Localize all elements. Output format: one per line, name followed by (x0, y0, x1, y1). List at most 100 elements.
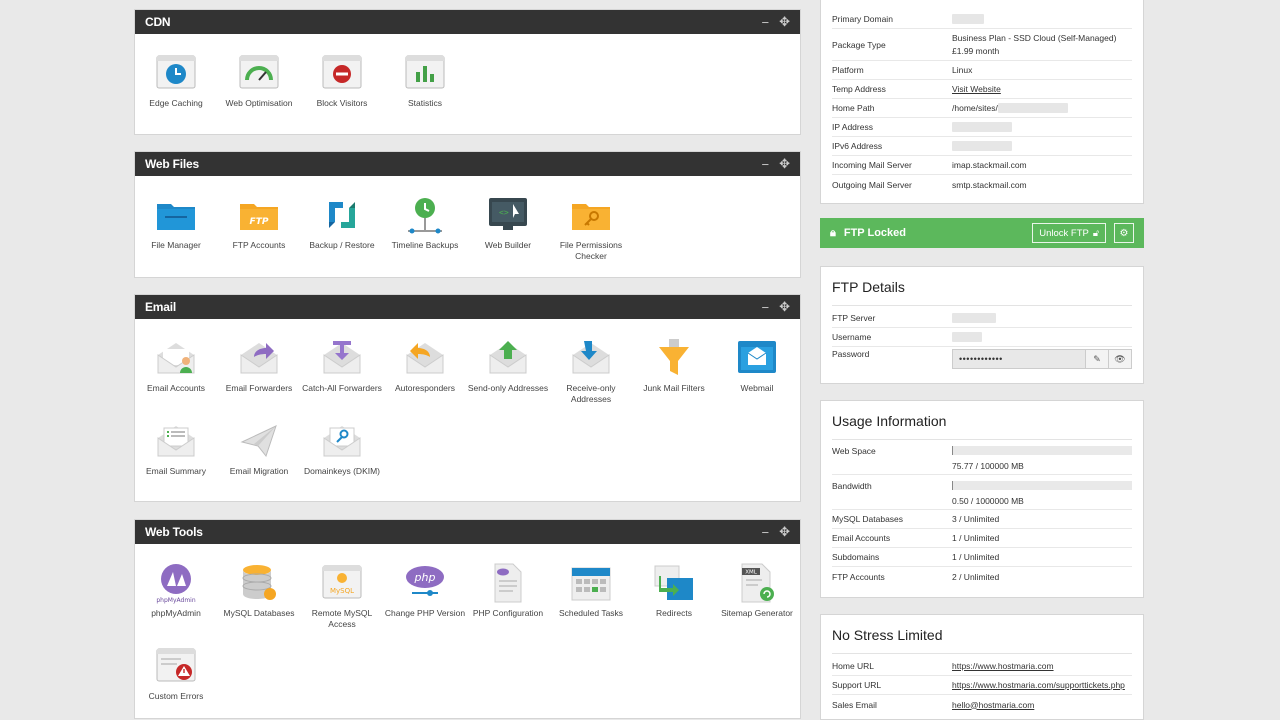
tile-email-migration[interactable]: Email Migration (218, 420, 300, 477)
tile-block-visitors[interactable]: Block Visitors (301, 52, 383, 109)
tile-change-php[interactable]: php Change PHP Version (384, 562, 466, 619)
ftp-settings-button[interactable]: ⚙ (1114, 223, 1134, 243)
tile-ftp-accounts[interactable]: FTP FTP Accounts (218, 194, 300, 251)
redirect-icon (654, 565, 693, 600)
tile-edge-caching[interactable]: Edge Caching (135, 52, 217, 109)
edit-password-button[interactable]: ✎ (1085, 350, 1108, 368)
tile-junk-mail-filters[interactable]: Junk Mail Filters (633, 337, 715, 394)
eye-icon: 👁︎ (1114, 353, 1126, 364)
tile-file-manager[interactable]: File Manager (135, 194, 217, 251)
tile-custom-errors[interactable]: Custom Errors (135, 645, 217, 702)
tile-label: File Permissions Checker (559, 240, 623, 261)
tile-email-accounts[interactable]: Email Accounts (135, 337, 217, 394)
info-label: Password (832, 349, 870, 359)
tile-email-summary[interactable]: Email Summary (135, 420, 217, 477)
usage-value: 0.50 / 1000000 MB (952, 496, 1024, 506)
panel-title: CDN (145, 15, 171, 29)
web-space-bar (952, 446, 1132, 455)
card-title: No Stress Limited (832, 615, 1132, 654)
move-icon[interactable]: ✥ (779, 524, 790, 540)
tile-label: Email Forwarders (225, 383, 293, 393)
remote-mysql-icon: MySQL (322, 565, 362, 599)
ftp-folder-icon: FTP (240, 204, 278, 230)
info-label: Email Accounts (832, 533, 891, 543)
info-value: 1 / Unlimited (952, 533, 1000, 543)
web-files-panel: Web Files − ✥ File Manager FTP FTP Accou… (134, 151, 801, 278)
minimize-icon[interactable]: − (762, 15, 770, 30)
info-row: FTP Server (832, 309, 1132, 328)
move-icon[interactable]: ✥ (779, 156, 790, 172)
minimize-icon[interactable]: − (762, 157, 770, 172)
tile-php-configuration[interactable]: PHP Configuration (467, 562, 549, 619)
tile-send-only[interactable]: Send-only Addresses (467, 337, 549, 394)
tile-label: File Manager (151, 240, 201, 250)
tile-web-builder[interactable]: <> Web Builder (467, 194, 549, 251)
show-password-button[interactable]: 👁︎ (1108, 350, 1131, 368)
move-icon[interactable]: ✥ (779, 14, 790, 30)
tile-label: Statistics (407, 98, 442, 108)
tile-redirects[interactable]: Redirects (633, 562, 715, 619)
support-url-link[interactable]: https://www.hostmaria.com/supporttickets… (952, 680, 1125, 690)
info-row: Home URL https://www.hostmaria.com (832, 657, 1132, 676)
tile-sitemap-generator[interactable]: XML Sitemap Generator (716, 562, 798, 619)
tile-catch-all-forwarders[interactable]: Catch-All Forwarders (301, 337, 383, 394)
tile-file-permissions[interactable]: File Permissions Checker (550, 194, 632, 262)
email-key-icon (323, 426, 361, 457)
info-label: Username (832, 332, 872, 342)
email-receive-icon (572, 341, 610, 374)
minimize-icon[interactable]: − (762, 525, 770, 540)
info-label: IPv6 Address (832, 141, 883, 151)
tile-remote-mysql[interactable]: MySQL Remote MySQL Access (301, 562, 383, 630)
tile-label: Sitemap Generator (721, 608, 793, 618)
tile-label: Autoresponders (394, 383, 455, 393)
php-file-icon (494, 563, 522, 603)
visit-website-link[interactable]: Visit Website (952, 84, 1001, 94)
speedometer-icon (239, 55, 279, 89)
info-row: Primary Domain (832, 10, 1132, 29)
tile-label: Domainkeys (DKIM) (303, 466, 381, 476)
tile-autoresponders[interactable]: Autoresponders (384, 337, 466, 394)
phpmyadmin-icon: phpMyAdmin (156, 564, 196, 604)
unlock-ftp-button[interactable]: Unlock FTP 🔓︎ (1032, 223, 1106, 243)
tile-webmail[interactable]: Webmail (716, 337, 798, 394)
redacted-value (952, 122, 1012, 133)
usage-card: Usage Information Web Space 75.77 / 1000… (820, 400, 1144, 598)
tile-label: Send-only Addresses (467, 383, 549, 393)
home-url-link[interactable]: https://www.hostmaria.com (952, 661, 1054, 671)
card-title: FTP Details (832, 267, 1132, 306)
tile-statistics[interactable]: Statistics (384, 52, 466, 109)
svg-text:<>: <> (499, 208, 509, 217)
move-icon[interactable]: ✥ (779, 299, 790, 315)
tile-web-optimisation[interactable]: Web Optimisation (218, 52, 300, 109)
bandwidth-bar (952, 481, 1132, 490)
info-value: /home/sites/ (952, 102, 998, 113)
svg-text:phpMyAdmin: phpMyAdmin (156, 597, 195, 604)
info-value: imap.stackmail.com (952, 160, 1027, 170)
svg-text:MySQL: MySQL (330, 587, 354, 595)
tile-mysql-databases[interactable]: MySQL Databases (218, 562, 300, 619)
info-label: MySQL Databases (832, 514, 904, 524)
tile-label: Webmail (740, 383, 774, 393)
tile-timeline-backups[interactable]: Timeline Backups (384, 194, 466, 251)
tile-scheduled-tasks[interactable]: Scheduled Tasks (550, 562, 632, 619)
folder-icon (157, 204, 195, 230)
info-label: FTP Server (832, 313, 876, 323)
password-field[interactable]: •••••••••••• ✎ 👁︎ (952, 349, 1132, 369)
tile-receive-only[interactable]: Receive-only Addresses (550, 337, 632, 405)
svg-text:XML: XML (745, 570, 758, 576)
info-row: Temp Address Visit Website (832, 80, 1132, 99)
panel-title: Email (145, 300, 177, 314)
email-forward-icon (240, 343, 278, 374)
tile-phpmyadmin[interactable]: phpMyAdmin phpMyAdmin (135, 562, 217, 619)
gear-icon: ⚙ (1119, 227, 1129, 239)
paper-plane-icon (240, 425, 277, 458)
tile-backup-restore[interactable]: Backup / Restore (301, 194, 383, 251)
minimize-icon[interactable]: − (762, 300, 770, 315)
sales-email-link[interactable]: hello@hostmaria.com (952, 700, 1034, 710)
tile-domainkeys[interactable]: Domainkeys (DKIM) (301, 420, 383, 477)
panel-header: CDN − ✥ (135, 10, 800, 34)
info-row: FTP Accounts 2 / Unlimited (832, 567, 1132, 586)
info-label: IP Address (832, 122, 873, 132)
tile-email-forwarders[interactable]: Email Forwarders (218, 337, 300, 394)
tile-label: Redirects (656, 608, 692, 618)
